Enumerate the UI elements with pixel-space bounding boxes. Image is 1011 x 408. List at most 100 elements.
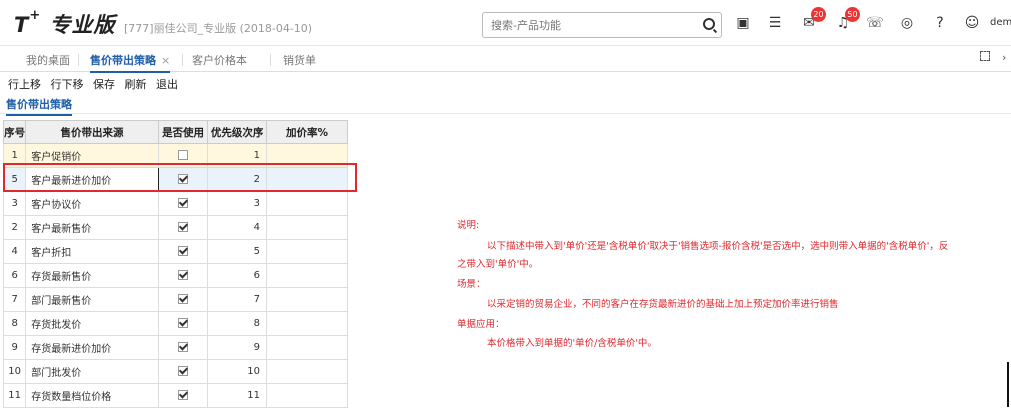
table-row[interactable]: 6 存货最新售价 6: [2, 263, 348, 288]
save-button[interactable]: 保存: [93, 78, 115, 91]
bell-icon[interactable]: ♫ 50: [834, 7, 860, 32]
row-used[interactable]: [157, 215, 209, 240]
row-source[interactable]: 客户最新售价: [25, 215, 159, 240]
calculator-icon[interactable]: ▣: [734, 14, 752, 32]
divider: [0, 113, 1011, 114]
row-source[interactable]: 存货最新售价: [25, 263, 159, 288]
table-row[interactable]: 3 客户协议价 3: [2, 191, 348, 216]
use-checkbox[interactable]: [178, 390, 189, 400]
row-markup[interactable]: [266, 335, 348, 360]
col-used: 是否使用: [157, 120, 209, 144]
row-used[interactable]: [157, 239, 209, 264]
search-box[interactable]: [482, 12, 722, 38]
row-used[interactable]: [157, 191, 209, 216]
col-seq: 序号: [2, 120, 27, 144]
table-row[interactable]: 11 存货数量档位价格 11: [2, 383, 348, 408]
tab-sales-order[interactable]: 销货单: [283, 52, 316, 68]
table-row[interactable]: 8 存货批发价 8: [2, 311, 348, 336]
row-markup[interactable]: [266, 311, 348, 336]
top-bar: T+ 专业版 [777]丽佳公司_专业版 (2018-04-10) ▣ ☰ ✉2…: [0, 0, 1011, 46]
chevron-right-icon[interactable]: ›: [1002, 51, 1006, 64]
note-text: 以采定销的贸易企业，不同的客户在存货最新进价的基础上加上预定加价率进行销售: [487, 299, 839, 310]
row-source[interactable]: 存货数量档位价格: [25, 383, 159, 408]
row-markup[interactable]: [266, 215, 348, 240]
row-seq: 2: [2, 215, 27, 240]
row-source[interactable]: 部门最新售价: [25, 287, 159, 312]
note-text: 以下描述中带入到'单价'还是'含税单价'取决于'销售选项-报价含税'是否选中，选…: [487, 241, 949, 252]
row-priority[interactable]: 11: [207, 383, 268, 408]
use-checkbox[interactable]: [178, 366, 189, 376]
row-priority[interactable]: 7: [207, 287, 268, 312]
phone-icon[interactable]: ☏: [866, 14, 884, 32]
message-icon[interactable]: ✉ 20: [800, 7, 826, 32]
row-used[interactable]: [157, 335, 209, 360]
table-header-row: 序号 售价带出来源 是否使用 优先级次序 加价率%: [2, 120, 348, 144]
use-checkbox[interactable]: [178, 342, 189, 352]
service-icon[interactable]: ◎: [898, 14, 916, 32]
use-checkbox[interactable]: [178, 270, 189, 280]
row-markup[interactable]: [266, 359, 348, 384]
row-markup[interactable]: [266, 287, 348, 312]
user-icon[interactable]: ☺: [963, 14, 981, 32]
help-icon[interactable]: ?: [931, 14, 949, 32]
note-text: 之带入到'单价'中。: [457, 259, 539, 270]
row-priority[interactable]: 10: [207, 359, 268, 384]
row-source[interactable]: 客户折扣: [25, 239, 159, 264]
expand-icon[interactable]: [980, 51, 990, 61]
use-checkbox[interactable]: [178, 246, 189, 256]
user-name[interactable]: dem: [990, 17, 1011, 28]
row-priority[interactable]: 4: [207, 215, 268, 240]
use-checkbox[interactable]: [178, 294, 189, 304]
use-checkbox[interactable]: [178, 222, 189, 232]
row-seq: 8: [2, 311, 27, 336]
exit-button[interactable]: 退出: [156, 78, 178, 91]
move-up-button[interactable]: 行上移: [8, 78, 41, 91]
row-markup[interactable]: [266, 383, 348, 408]
row-seq: 3: [2, 191, 27, 216]
tab-desktop[interactable]: 我的桌面: [26, 52, 70, 68]
search-icon[interactable]: [703, 18, 715, 30]
tab-price-strategy[interactable]: 售价带出策略 ×: [90, 52, 171, 73]
search-input[interactable]: [483, 13, 688, 37]
col-priority: 优先级次序: [207, 120, 268, 144]
notification-badge: 50: [845, 7, 860, 22]
row-used[interactable]: [157, 359, 209, 384]
refresh-button[interactable]: 刷新: [125, 78, 147, 91]
table-row[interactable]: 10 部门批发价 10: [2, 359, 348, 384]
row-source[interactable]: 客户协议价: [25, 191, 159, 216]
table-row[interactable]: 2 客户最新售价 4: [2, 215, 348, 240]
row-priority[interactable]: 9: [207, 335, 268, 360]
highlight-box: [3, 163, 357, 192]
tab-divider: [78, 54, 79, 66]
row-used[interactable]: [157, 263, 209, 288]
col-source: 售价带出来源: [25, 120, 159, 144]
row-priority[interactable]: 6: [207, 263, 268, 288]
app-logo: T+ 专业版: [14, 8, 116, 37]
move-down-button[interactable]: 行下移: [51, 78, 84, 91]
use-checkbox[interactable]: [178, 318, 189, 328]
tab-bar: 我的桌面 售价带出策略 × 客户价格本 销货单: [0, 46, 1011, 73]
table-row[interactable]: 7 部门最新售价 7: [2, 287, 348, 312]
close-icon[interactable]: ×: [161, 54, 170, 67]
tasks-icon[interactable]: ☰: [766, 14, 784, 32]
row-used[interactable]: [157, 383, 209, 408]
row-source[interactable]: 存货最新进价加价: [25, 335, 159, 360]
row-source[interactable]: 部门批发价: [25, 359, 159, 384]
row-priority[interactable]: 8: [207, 311, 268, 336]
row-priority[interactable]: 5: [207, 239, 268, 264]
row-used[interactable]: [157, 311, 209, 336]
table-row[interactable]: 4 客户折扣 5: [2, 239, 348, 264]
tab-customer-pricebook[interactable]: 客户价格本: [192, 52, 247, 68]
table-row[interactable]: 9 存货最新进价加价 9: [2, 335, 348, 360]
row-seq: 10: [2, 359, 27, 384]
tab-divider: [182, 54, 183, 66]
row-priority[interactable]: 3: [207, 191, 268, 216]
row-markup[interactable]: [266, 263, 348, 288]
use-checkbox[interactable]: [178, 150, 189, 160]
row-markup[interactable]: [266, 239, 348, 264]
use-checkbox[interactable]: [178, 198, 189, 208]
row-seq: 9: [2, 335, 27, 360]
row-used[interactable]: [157, 287, 209, 312]
row-markup[interactable]: [266, 191, 348, 216]
row-source[interactable]: 存货批发价: [25, 311, 159, 336]
